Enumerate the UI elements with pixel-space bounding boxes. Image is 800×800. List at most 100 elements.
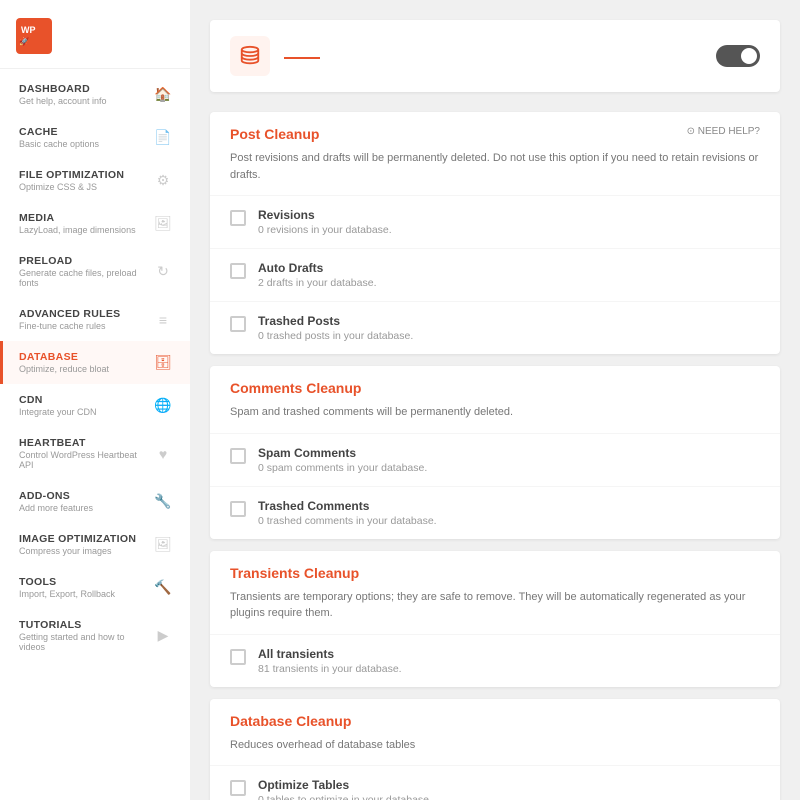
nav-icon-cdn: 🌐 [152,395,174,417]
nav-icon-database: 🗄 [152,352,174,374]
nav-content-heartbeat: HEARTBEAT Control WordPress Heartbeat AP… [19,437,152,470]
section-description-comments-cleanup: Spam and trashed comments will be perman… [210,404,780,433]
option-label-comments-cleanup-1: Trashed Comments [258,499,437,513]
section-header-database-cleanup: Database Cleanup [210,699,780,737]
sidebar-item-database[interactable]: DATABASE Optimize, reduce bloat 🗄 [0,341,190,384]
nav-label-file-optimization: FILE OPTIMIZATION [19,169,152,181]
option-row-post-cleanup-1: Auto Drafts 2 drafts in your database. [210,248,780,301]
nav-sublabel-file-optimization: Optimize CSS & JS [19,182,152,192]
section-transients-cleanup: Transients Cleanup Transients are tempor… [210,551,780,687]
logo: WP 🚀 [0,0,190,69]
nav-icon-tools: 🔨 [152,577,174,599]
sidebar-item-cache[interactable]: CACHE Basic cache options 📄 [0,116,190,159]
sidebar-item-tutorials[interactable]: TUTORIALS Getting started and how to vid… [0,609,190,662]
nav-content-cdn: CDN Integrate your CDN [19,394,152,417]
nav-sublabel-add-ons: Add more features [19,503,152,513]
sections-container: Post Cleanup ⊙ NEED HELP? Post revisions… [210,112,780,800]
section-title-post-cleanup: Post Cleanup [230,126,319,142]
nav-content-file-optimization: FILE OPTIMIZATION Optimize CSS & JS [19,169,152,192]
option-label-database-cleanup-0: Optimize Tables [258,778,432,792]
nav-icon-preload: ↻ [152,261,174,283]
option-content-post-cleanup-0: Revisions 0 revisions in your database. [258,208,392,236]
option-content-post-cleanup-2: Trashed Posts 0 trashed posts in your da… [258,314,413,342]
option-row-transients-cleanup-0: All transients 81 transients in your dat… [210,634,780,687]
section-title-transients-cleanup: Transients Cleanup [230,565,359,581]
toggle-knob [741,48,757,64]
nav-sublabel-advanced-rules: Fine-tune cache rules [19,321,152,331]
sidebar-item-file-optimization[interactable]: FILE OPTIMIZATION Optimize CSS & JS ⚙ [0,159,190,202]
title-underline [284,57,320,59]
nav-sublabel-preload: Generate cache files, preload fonts [19,268,152,288]
sidebar-item-media[interactable]: MEDIA LazyLoad, image dimensions 🖼 [0,202,190,245]
option-label-transients-cleanup-0: All transients [258,647,402,661]
option-checkbox-comments-cleanup-0[interactable] [230,448,246,464]
nav-content-add-ons: ADD-ONS Add more features [19,490,152,513]
sidebar-nav: DASHBOARD Get help, account info 🏠 CACHE… [0,69,190,800]
svg-text:WP: WP [21,25,36,35]
nav-content-cache: CACHE Basic cache options [19,126,152,149]
sidebar-toggle[interactable] [716,45,760,67]
nav-content-advanced-rules: ADVANCED RULES Fine-tune cache rules [19,308,152,331]
need-help-link[interactable]: ⊙ NEED HELP? [687,126,760,137]
sidebar-item-image-optimization[interactable]: IMAGE OPTIMIZATION Compress your images … [0,523,190,566]
nav-sublabel-cdn: Integrate your CDN [19,407,152,417]
nav-label-tutorials: TUTORIALS [19,619,152,631]
sidebar-item-preload[interactable]: PRELOAD Generate cache files, preload fo… [0,245,190,298]
nav-content-dashboard: DASHBOARD Get help, account info [19,83,152,106]
nav-label-heartbeat: HEARTBEAT [19,437,152,449]
option-label-post-cleanup-0: Revisions [258,208,392,222]
section-header-post-cleanup: Post Cleanup ⊙ NEED HELP? [210,112,780,150]
sidebar-item-heartbeat[interactable]: HEARTBEAT Control WordPress Heartbeat AP… [0,427,190,480]
nav-icon-media: 🖼 [152,213,174,235]
section-header-transients-cleanup: Transients Cleanup [210,551,780,589]
section-description-post-cleanup: Post revisions and drafts will be perman… [210,150,780,195]
sidebar: WP 🚀 DASHBOARD Get help, account info 🏠 … [0,0,190,800]
sidebar-item-advanced-rules[interactable]: ADVANCED RULES Fine-tune cache rules ≡ [0,298,190,341]
option-label-comments-cleanup-0: Spam Comments [258,446,427,460]
nav-label-advanced-rules: ADVANCED RULES [19,308,152,320]
nav-content-preload: PRELOAD Generate cache files, preload fo… [19,255,152,288]
option-row-comments-cleanup-1: Trashed Comments 0 trashed comments in y… [210,486,780,539]
option-checkbox-comments-cleanup-1[interactable] [230,501,246,517]
page-title-container [284,53,320,59]
nav-content-media: MEDIA LazyLoad, image dimensions [19,212,152,235]
sidebar-item-cdn[interactable]: CDN Integrate your CDN 🌐 [0,384,190,427]
section-description-transients-cleanup: Transients are temporary options; they a… [210,589,780,634]
nav-label-media: MEDIA [19,212,152,224]
nav-icon-image-optimization: 🖼 [152,534,174,556]
option-checkbox-post-cleanup-1[interactable] [230,263,246,279]
main-content: Post Cleanup ⊙ NEED HELP? Post revisions… [190,0,800,800]
sidebar-item-tools[interactable]: TOOLS Import, Export, Rollback 🔨 [0,566,190,609]
option-label-post-cleanup-1: Auto Drafts [258,261,377,275]
section-title-database-cleanup: Database Cleanup [230,713,351,729]
section-header-comments-cleanup: Comments Cleanup [210,366,780,404]
option-label-post-cleanup-2: Trashed Posts [258,314,413,328]
nav-label-image-optimization: IMAGE OPTIMIZATION [19,533,152,545]
option-checkbox-transients-cleanup-0[interactable] [230,649,246,665]
nav-label-preload: PRELOAD [19,255,152,267]
nav-icon-cache: 📄 [152,127,174,149]
nav-icon-file-optimization: ⚙ [152,170,174,192]
logo-icon: WP 🚀 [16,18,52,54]
nav-label-tools: TOOLS [19,576,152,588]
nav-label-add-ons: ADD-ONS [19,490,152,502]
nav-sublabel-tutorials: Getting started and how to videos [19,632,152,652]
option-checkbox-database-cleanup-0[interactable] [230,780,246,796]
option-sublabel-transients-cleanup-0: 81 transients in your database. [258,663,402,675]
page-title-area [230,36,320,76]
option-sublabel-post-cleanup-1: 2 drafts in your database. [258,277,377,289]
nav-content-tools: TOOLS Import, Export, Rollback [19,576,152,599]
option-checkbox-post-cleanup-0[interactable] [230,210,246,226]
option-content-database-cleanup-0: Optimize Tables 0 tables to optimize in … [258,778,432,800]
nav-icon-add-ons: 🔧 [152,491,174,513]
section-database-cleanup: Database Cleanup Reduces overhead of dat… [210,699,780,800]
nav-content-tutorials: TUTORIALS Getting started and how to vid… [19,619,152,652]
nav-sublabel-media: LazyLoad, image dimensions [19,225,152,235]
option-checkbox-post-cleanup-2[interactable] [230,316,246,332]
nav-content-image-optimization: IMAGE OPTIMIZATION Compress your images [19,533,152,556]
sidebar-item-add-ons[interactable]: ADD-ONS Add more features 🔧 [0,480,190,523]
sidebar-item-dashboard[interactable]: DASHBOARD Get help, account info 🏠 [0,73,190,116]
nav-icon-tutorials: ▶ [152,625,174,647]
option-sublabel-comments-cleanup-0: 0 spam comments in your database. [258,462,427,474]
nav-content-database: DATABASE Optimize, reduce bloat [19,351,152,374]
